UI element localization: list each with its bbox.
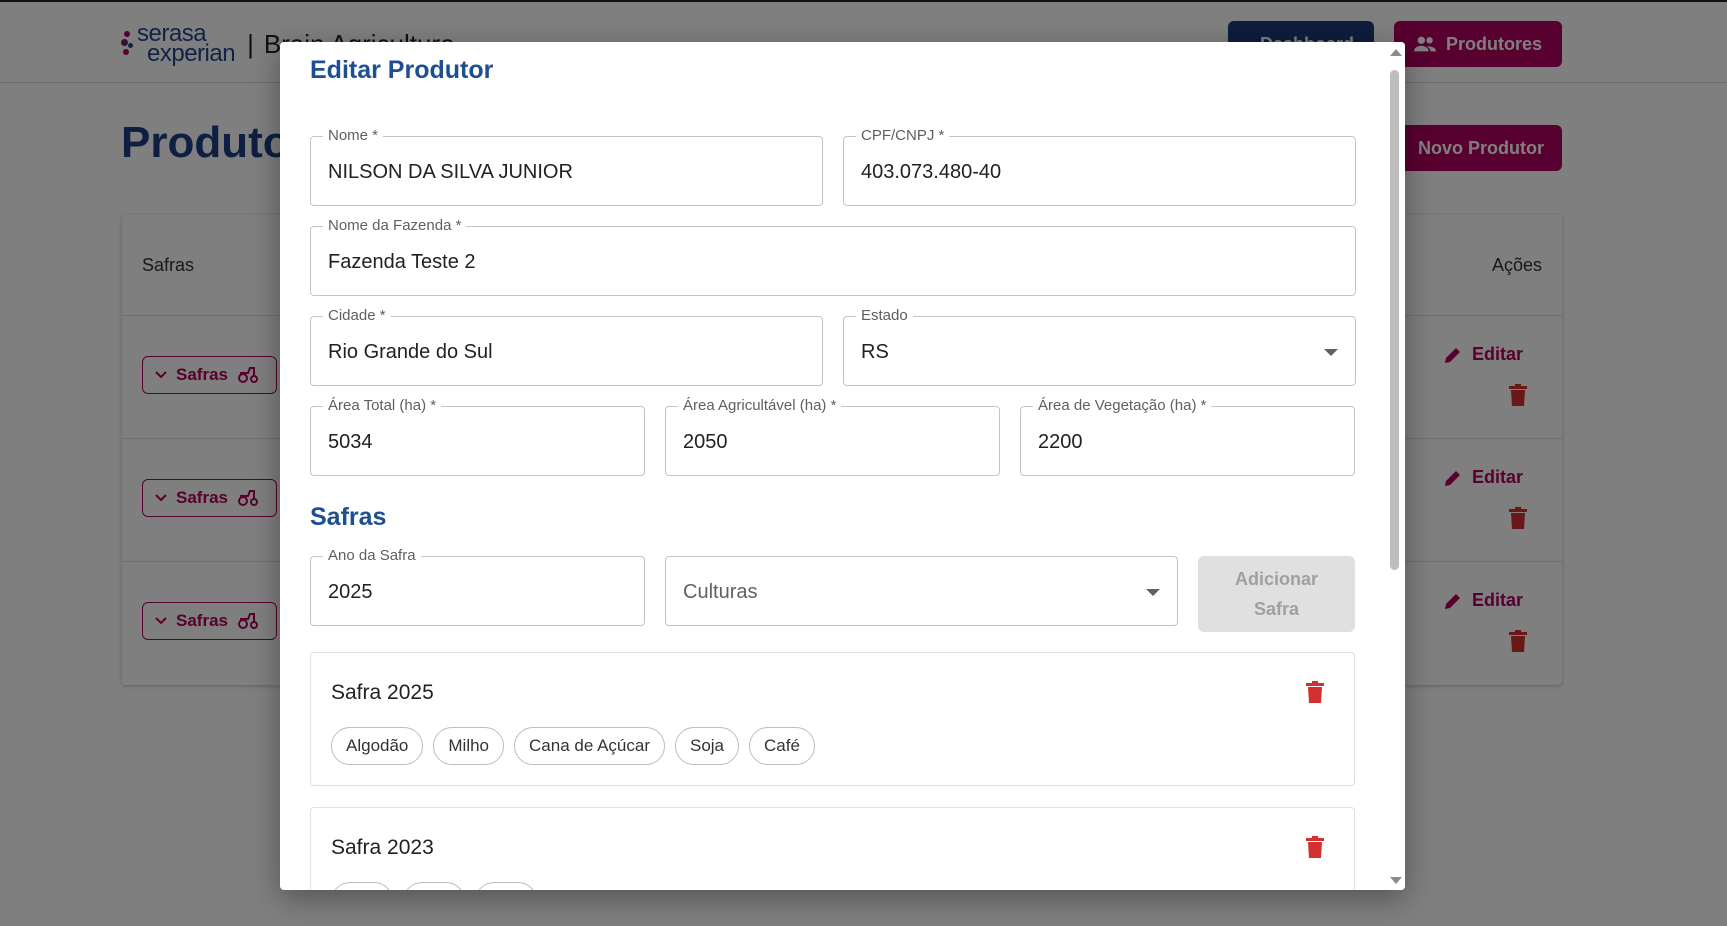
adicionar-safra-label-line2: Safra: [1253, 599, 1300, 619]
scrollbar-thumb[interactable]: [1390, 70, 1399, 570]
nome-label: Nome *: [323, 127, 384, 145]
cultura-chip-clipped: [331, 882, 393, 890]
culturas-select[interactable]: Culturas: [665, 556, 1178, 626]
ano-safra-field[interactable]: Ano da Safra 2025: [310, 547, 645, 626]
area-total-label: Área Total (ha) *: [323, 397, 442, 415]
edit-producer-dialog: Editar Produtor Nome * NILSON DA SILVA J…: [280, 42, 1405, 890]
dialog-scrollbar[interactable]: [1384, 42, 1405, 890]
trash-icon: [1306, 836, 1324, 858]
area-agricultavel-label: Área Agricultável (ha) *: [678, 397, 842, 415]
dialog-title: Editar Produtor: [310, 56, 494, 84]
dropdown-arrow-icon: [1146, 589, 1160, 596]
area-agricultavel-field[interactable]: Área Agricultável (ha) * 2050: [665, 397, 1000, 476]
cultura-chip-clipped: [475, 882, 537, 890]
nome-fazenda-field[interactable]: Nome da Fazenda * Fazenda Teste 2: [310, 217, 1356, 296]
cultura-chip: Café: [749, 727, 815, 765]
trash-icon: [1306, 681, 1324, 703]
scroll-down-arrow-icon[interactable]: [1390, 877, 1402, 884]
delete-safra-button[interactable]: [1306, 681, 1324, 708]
cpf-cnpj-label: CPF/CNPJ *: [856, 127, 950, 145]
ano-safra-label: Ano da Safra: [323, 547, 421, 565]
area-vegetacao-label: Área de Vegetação (ha) *: [1033, 397, 1212, 415]
estado-value: RS: [861, 341, 889, 363]
cultura-chip: Soja: [674, 727, 740, 765]
cultura-chip-clipped: [403, 882, 465, 890]
safra-title: Safra 2025: [331, 681, 434, 704]
scroll-up-arrow-icon[interactable]: [1390, 49, 1402, 56]
safra-card: Safra 2023: [310, 807, 1355, 890]
cidade-field[interactable]: Cidade * Rio Grande do Sul: [310, 307, 823, 386]
nome-value: NILSON DA SILVA JUNIOR: [328, 161, 573, 183]
culturas-placeholder: Culturas: [683, 581, 758, 603]
safras-section-title: Safras: [310, 503, 387, 531]
cpf-cnpj-value: 403.073.480-40: [861, 161, 1002, 183]
safra-card: Safra 2025 Algodão Milho Cana de Açúcar …: [310, 652, 1355, 786]
cultura-chip: Algodão: [331, 727, 424, 765]
ano-safra-value: 2025: [328, 581, 373, 603]
nome-fazenda-value: Fazenda Teste 2: [328, 251, 476, 273]
nome-fazenda-label: Nome da Fazenda *: [323, 217, 467, 235]
cidade-label: Cidade *: [323, 307, 391, 325]
area-total-field[interactable]: Área Total (ha) * 5034: [310, 397, 645, 476]
culturas-chip-list: [331, 882, 537, 890]
cultura-chip: Milho: [433, 727, 505, 765]
safra-title: Safra 2023: [331, 836, 434, 859]
area-total-value: 5034: [328, 431, 373, 453]
nome-field[interactable]: Nome * NILSON DA SILVA JUNIOR: [310, 127, 823, 206]
delete-safra-button[interactable]: [1306, 836, 1324, 863]
estado-select[interactable]: Estado RS: [843, 307, 1356, 386]
estado-label: Estado: [856, 307, 913, 325]
adicionar-safra-button[interactable]: Adicionar Safra: [1198, 556, 1355, 632]
cpf-cnpj-field[interactable]: CPF/CNPJ * 403.073.480-40: [843, 127, 1356, 206]
culturas-chip-list: Algodão Milho Cana de Açúcar Soja Café: [331, 727, 815, 765]
dropdown-arrow-icon: [1324, 349, 1338, 356]
cultura-chip: Cana de Açúcar: [514, 727, 665, 765]
adicionar-safra-label-line1: Adicionar: [1234, 569, 1318, 589]
area-vegetacao-value: 2200: [1038, 431, 1083, 453]
area-vegetacao-field[interactable]: Área de Vegetação (ha) * 2200: [1020, 397, 1355, 476]
cidade-value: Rio Grande do Sul: [328, 341, 493, 363]
area-agricultavel-value: 2050: [683, 431, 728, 453]
